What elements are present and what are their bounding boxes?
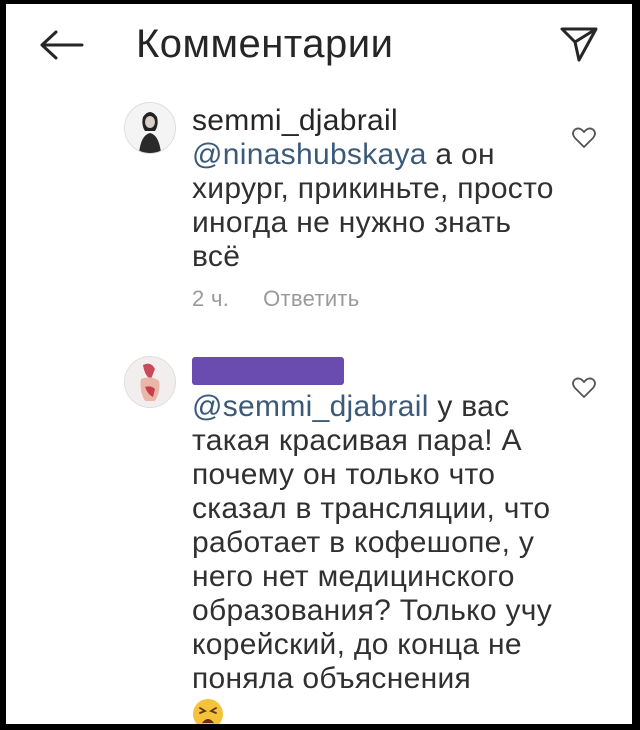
redacted-username — [192, 357, 344, 385]
comment-emoji-row — [192, 698, 562, 724]
reply-button[interactable]: Ответить — [263, 286, 359, 311]
comment-body: semmi_djabrail @ninashubskaya а он хирур… — [192, 104, 562, 316]
mention-link[interactable]: @semmi_djabrail — [192, 390, 429, 423]
avatar-image — [125, 357, 175, 407]
heart-icon[interactable] — [571, 376, 597, 400]
comment-text: @ninashubskaya а он хирург, прикиньте, п… — [192, 138, 562, 274]
comment-time: 2 ч. — [192, 286, 230, 311]
avatar[interactable] — [124, 102, 176, 154]
tired-face-emoji — [193, 699, 223, 724]
comment-username[interactable]: semmi_djabrail — [192, 104, 562, 138]
comment: @semmi_djabrail у вас такая красивая пар… — [6, 352, 632, 724]
heart-icon[interactable] — [571, 126, 597, 150]
send-icon[interactable] — [559, 24, 599, 64]
comment-text: @semmi_djabrail у вас такая красивая пар… — [192, 356, 562, 696]
comment-meta: 2 ч. Ответить — [192, 282, 562, 316]
mention-link[interactable]: @ninashubskaya — [192, 138, 427, 171]
comment: semmi_djabrail @ninashubskaya а он хирур… — [6, 100, 632, 320]
screenshot-frame: Комментарии semmi_djabrail @ninashubskay… — [6, 4, 632, 724]
comment-body: @semmi_djabrail у вас такая красивая пар… — [192, 356, 562, 724]
arrow-left-icon[interactable] — [36, 28, 86, 62]
comment-message: у вас такая красивая пара! А почему он т… — [192, 390, 553, 695]
avatar[interactable] — [124, 356, 176, 408]
avatar-image — [125, 103, 175, 153]
header: Комментарии — [6, 4, 632, 84]
page-title: Комментарии — [136, 22, 394, 66]
